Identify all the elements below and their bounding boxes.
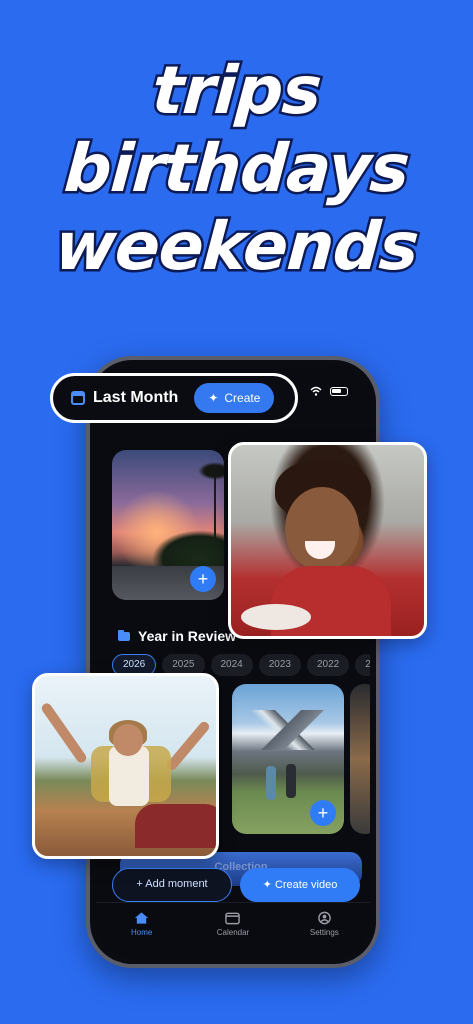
trees <box>152 530 224 570</box>
photo-card-sunset[interactable]: + <box>112 450 224 600</box>
tab-home[interactable]: Home <box>112 911 172 958</box>
battery-icon <box>330 386 348 396</box>
add-photo-button[interactable]: + <box>190 566 216 592</box>
tab-calendar-label: Calendar <box>216 928 250 937</box>
promo-headline: trips birthdays weekends <box>0 50 473 288</box>
photo-card-partial[interactable] <box>350 684 370 834</box>
create-video-label: Create video <box>274 879 338 891</box>
wifi-icon <box>310 386 322 396</box>
raised-arm-right <box>164 719 212 773</box>
raised-arm-left <box>39 701 89 765</box>
year-chip-2022[interactable]: 2022 <box>307 654 350 676</box>
add-photo-button[interactable]: + <box>310 800 336 826</box>
hiker-2 <box>286 764 296 798</box>
status-bar <box>310 386 348 396</box>
tab-home-label: Home <box>130 928 153 937</box>
head <box>113 724 143 756</box>
section-title: Year in Review <box>138 628 237 644</box>
tab-bar: Home Calendar Settings <box>96 902 370 958</box>
calendar-icon <box>71 391 85 405</box>
headline-line-3: weekends <box>50 206 423 288</box>
create-button[interactable]: ✦ Create <box>194 383 275 413</box>
headline-line-2: birthdays <box>59 128 413 210</box>
pill-label: Last Month <box>93 389 179 406</box>
tab-settings-label: Settings <box>309 928 339 937</box>
floating-photo-trip <box>32 673 219 859</box>
section-header: Year in Review <box>118 628 236 644</box>
headline-line-1: trips <box>147 50 326 132</box>
red-car <box>135 804 216 848</box>
create-video-button[interactable]: ✦ Create video <box>240 868 360 902</box>
sparkle-icon: ✦ <box>262 879 272 891</box>
hiker-1 <box>266 766 276 800</box>
month-pill[interactable]: Last Month ✦ Create <box>50 373 298 423</box>
floating-photo-birthday <box>228 442 427 639</box>
year-chip-2023[interactable]: 2023 <box>258 654 301 676</box>
tab-calendar[interactable]: Calendar <box>203 911 263 958</box>
settings-icon <box>317 911 331 925</box>
sparkle-icon: ✦ <box>208 391 219 405</box>
photo-card-mountain[interactable]: + <box>232 684 344 834</box>
calendar-icon <box>225 912 241 925</box>
mountain-peaks <box>232 710 344 750</box>
year-chip-2024[interactable]: 2024 <box>210 654 253 676</box>
tab-settings[interactable]: Settings <box>294 911 354 958</box>
home-icon <box>135 912 149 924</box>
add-moment-button[interactable]: + Add moment <box>112 868 232 902</box>
cake-plate <box>241 604 311 630</box>
year-chip-partial[interactable]: 20 <box>355 654 370 676</box>
folder-icon <box>118 629 130 641</box>
create-label: Create <box>224 391 261 405</box>
